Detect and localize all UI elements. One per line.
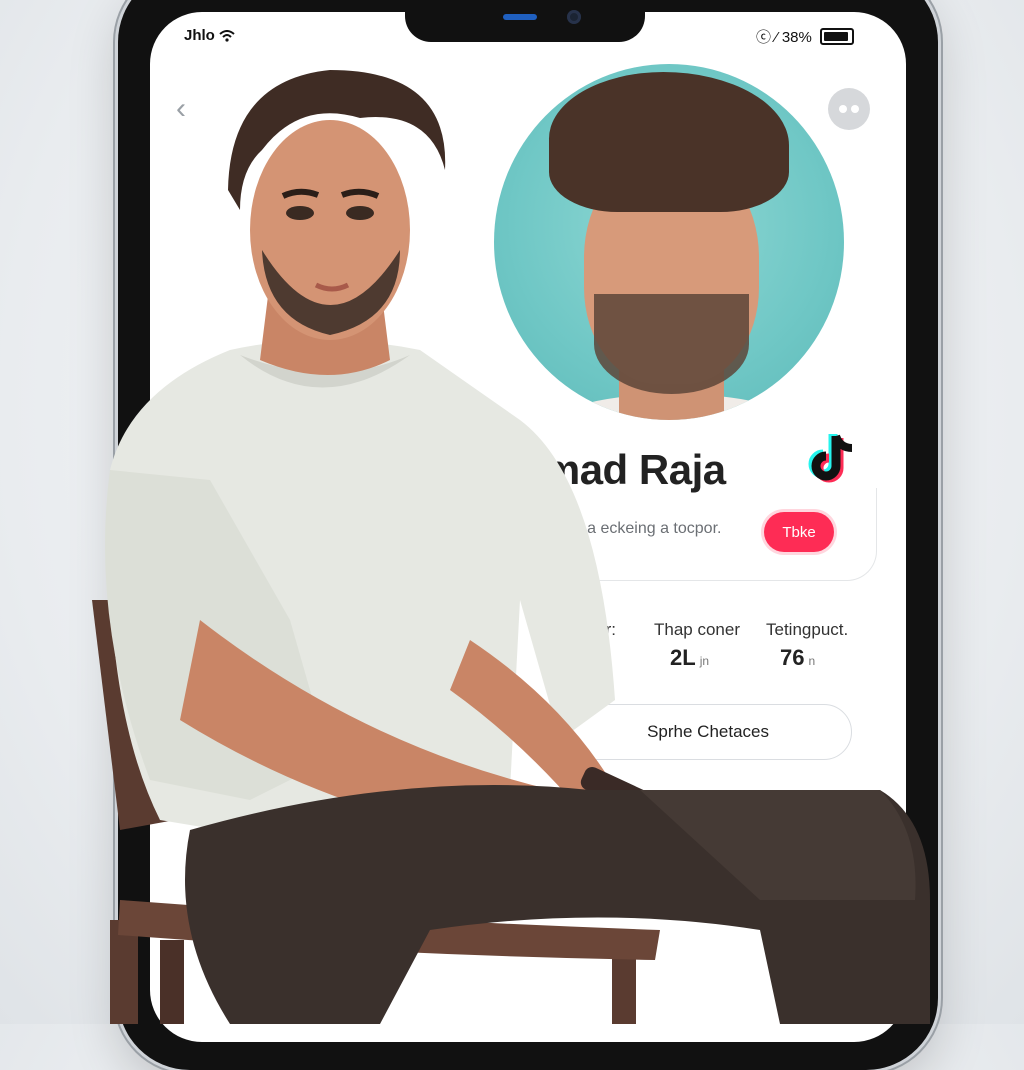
stat-label-likes: Tetingpuct. xyxy=(766,620,849,639)
avatar-hair xyxy=(549,72,789,212)
more-icon-dot xyxy=(851,105,859,113)
carrier-label: Jhlo xyxy=(184,27,215,44)
avatar-beard xyxy=(594,294,749,394)
earpiece xyxy=(503,14,537,20)
battery-percent: ⓒ ⁄ 38% xyxy=(756,29,812,46)
profile-name: amad Raja xyxy=(520,446,726,493)
profile-avatar[interactable] xyxy=(494,64,844,420)
phone-notch xyxy=(405,0,645,42)
stat-number: 76 xyxy=(780,645,805,670)
more-icon xyxy=(839,105,847,113)
stat-value-likes[interactable]: 76 n xyxy=(780,645,815,671)
stat-unit: jn xyxy=(699,654,710,668)
back-button[interactable]: ‹ xyxy=(176,92,186,126)
stat-label-following: Thap coner xyxy=(654,620,740,639)
wifi-icon xyxy=(219,29,235,42)
stat-value-following[interactable]: 2L jn xyxy=(670,645,709,671)
follow-button[interactable]: Tbke xyxy=(764,512,834,552)
stat-number: 2L xyxy=(670,645,696,670)
more-button[interactable] xyxy=(828,88,870,130)
status-bar-left: Jhlo xyxy=(184,27,235,44)
chevron-left-icon: ‹ xyxy=(176,92,186,125)
status-bar-right: ⓒ ⁄ 38% xyxy=(756,26,854,47)
bio-text: duce a eckeing a tocpor. xyxy=(548,520,722,537)
action-button[interactable]: Sprhe Chetaces xyxy=(560,704,852,760)
tiktok-icon xyxy=(808,434,853,483)
battery-icon xyxy=(819,28,854,45)
stat-unit: n xyxy=(808,654,816,668)
front-camera xyxy=(567,10,581,24)
stat-label-followers: thar: xyxy=(582,620,617,639)
